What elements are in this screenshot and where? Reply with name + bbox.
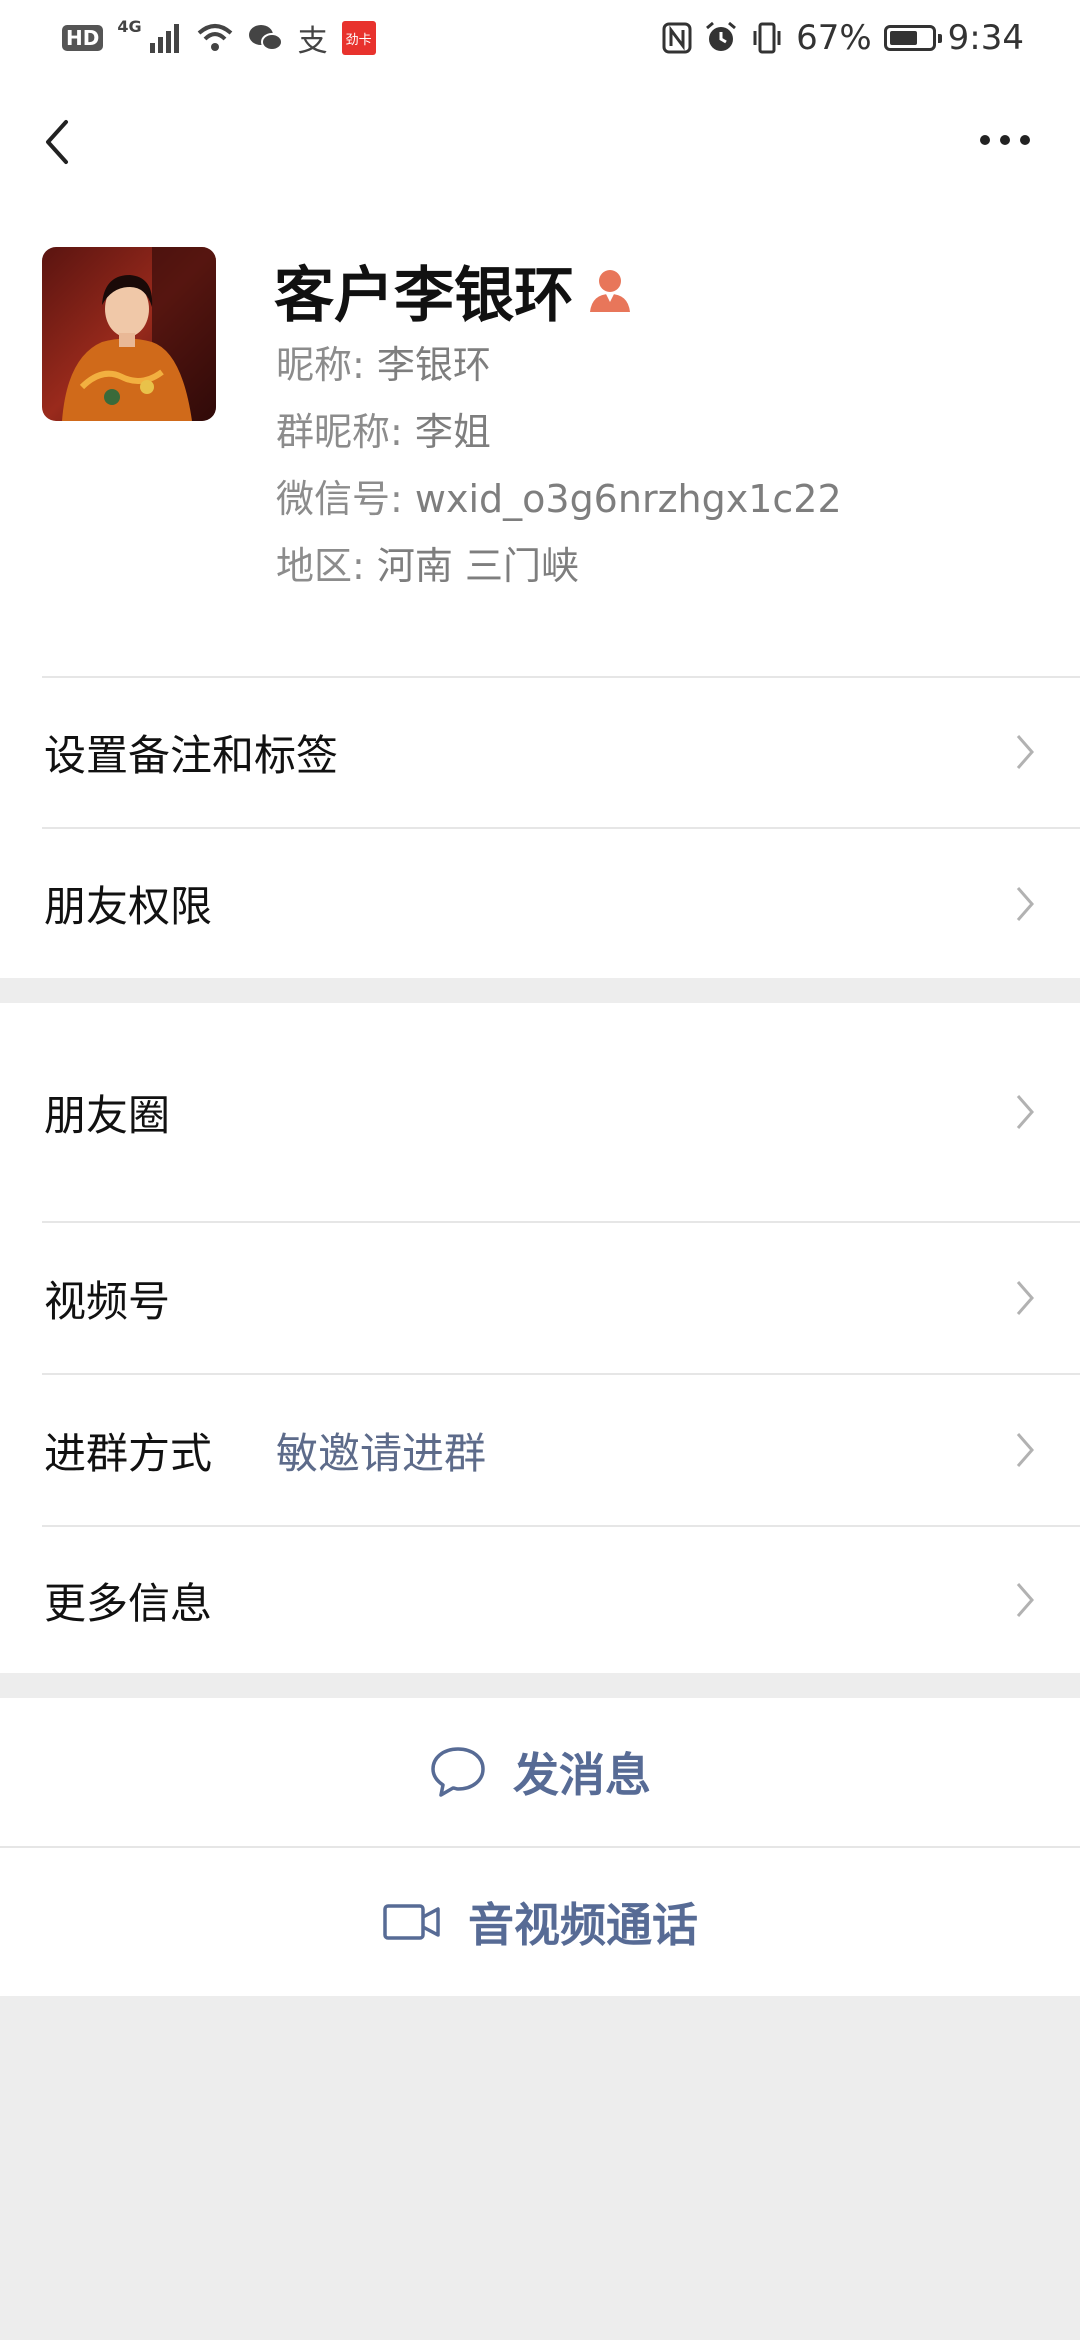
group-nickname-value: 李姐 <box>414 410 491 454</box>
channels-row[interactable]: 视频号 <box>0 1223 1080 1373</box>
nfc-icon <box>662 22 692 54</box>
network-type: 4G <box>117 16 142 36</box>
nickname-label: 昵称: <box>276 343 377 387</box>
signal-icon <box>149 24 179 53</box>
chevron-right-icon <box>1016 735 1034 769</box>
display-name: 客户李银环 <box>274 260 574 331</box>
battery-icon <box>883 25 942 51</box>
wechat-id-line[interactable]: 微信号: wxid_o3g6nrzhgx1c22 <box>276 470 842 528</box>
clock: 9:34 <box>947 18 1024 58</box>
battery-fill <box>889 31 917 45</box>
av-call-button[interactable]: 音视频通话 <box>0 1848 1080 1996</box>
status-left: HD 4G 支 劲卡 <box>62 16 376 60</box>
wifi-icon <box>197 24 232 51</box>
join-method-row[interactable]: 进群方式 敏邀请进群 <box>0 1375 1080 1525</box>
group-nickname-label: 群昵称: <box>276 410 415 454</box>
red-app-icon: 劲卡 <box>341 21 376 55</box>
details-card: 朋友圈 视频号 进群方式 敏邀请进群 更多信息 <box>0 1003 1080 1673</box>
join-method-value: 敏邀请进群 <box>276 1428 487 1478</box>
avatar[interactable] <box>42 247 216 421</box>
chevron-right-icon <box>1016 886 1034 921</box>
join-method-label: 进群方式 <box>44 1428 213 1478</box>
battery-percent: 67% <box>796 18 872 58</box>
more-info-row[interactable]: 更多信息 <box>0 1527 1080 1673</box>
av-call-label: 音视频通话 <box>468 1898 698 1952</box>
nickname-line: 昵称: 李银环 <box>276 336 491 394</box>
more-info-label: 更多信息 <box>44 1578 213 1628</box>
remark-tags-label: 设置备注和标签 <box>44 730 339 780</box>
moments-label: 朋友圈 <box>44 1090 171 1140</box>
chevron-right-icon <box>1016 1095 1034 1129</box>
friend-permissions-label: 朋友权限 <box>44 882 213 931</box>
name-row: 客户李银环 <box>274 250 632 331</box>
more-options-icon[interactable] <box>975 118 1035 162</box>
region-value: 河南 三门峡 <box>376 544 579 588</box>
video-camera-icon <box>383 1904 440 1940</box>
back-arrow-icon[interactable] <box>36 112 80 172</box>
alarm-icon <box>706 21 737 51</box>
friend-permissions-row[interactable]: 朋友权限 <box>0 829 1080 978</box>
settings-card: 设置备注和标签 朋友权限 <box>0 665 1080 978</box>
chevron-right-icon <box>1016 1433 1034 1467</box>
wechat-icon <box>248 25 283 51</box>
remark-tags-row[interactable]: 设置备注和标签 <box>0 677 1080 827</box>
wechat-id-label: 微信号: <box>276 477 415 521</box>
moments-row[interactable]: 朋友圈 <box>0 1003 1080 1221</box>
status-bar: HD 4G 支 劲卡 67% 9:34 <box>0 0 1080 75</box>
group-nickname-line: 群昵称: 李姐 <box>276 403 491 461</box>
send-message-button[interactable]: 发消息 <box>0 1698 1080 1846</box>
chat-bubble-icon <box>431 1747 485 1797</box>
chevron-right-icon <box>1016 1583 1034 1617</box>
region-label: 地区: <box>276 544 377 588</box>
wechat-id-value[interactable]: wxid_o3g6nrzhgx1c22 <box>415 477 842 521</box>
hd-badge: HD <box>62 25 104 51</box>
chevron-right-icon <box>1016 1281 1034 1315</box>
status-right: 67% 9:34 <box>662 16 1024 60</box>
send-message-label: 发消息 <box>513 1748 651 1802</box>
region-line: 地区: 河南 三门峡 <box>276 537 579 595</box>
nickname-value: 李银环 <box>376 343 491 387</box>
person-icon <box>590 270 630 312</box>
vibrate-icon <box>753 22 781 54</box>
alipay-glyph: 支 <box>297 24 328 59</box>
channels-label: 视频号 <box>44 1276 171 1326</box>
